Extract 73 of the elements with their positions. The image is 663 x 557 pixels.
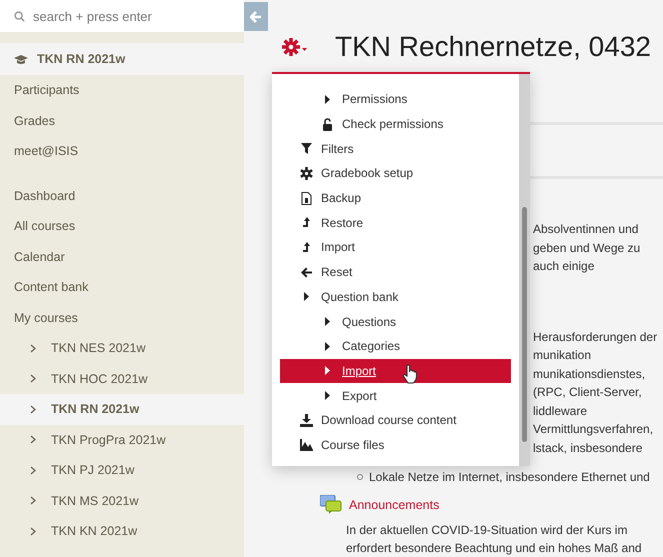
settings-menu-button[interactable]: [282, 38, 308, 56]
course-nav-item[interactable]: TKN KN 2021w: [0, 516, 244, 546]
collapse-sidebar-button[interactable]: [244, 2, 268, 31]
area-chart-icon: [300, 438, 313, 452]
text-line: auch einige: [533, 259, 594, 273]
padlock-icon: [321, 118, 334, 131]
search-icon: [14, 10, 25, 22]
filter-icon: [300, 142, 313, 156]
text-line: geben und Wege zu: [533, 240, 640, 254]
course-nav-item[interactable]: TKN MS 2021w: [0, 486, 244, 516]
bullet-icon: [357, 474, 363, 480]
menu-item[interactable]: Download course content: [280, 408, 511, 433]
menu-item[interactable]: Export: [280, 383, 511, 408]
menu-item[interactable]: Categories: [280, 334, 511, 359]
nav-item[interactable]: Participants: [0, 75, 244, 106]
search-field[interactable]: search + press enter: [0, 0, 244, 32]
list-item-text: Lokale Netze im Internet, insbesondere Ethernet und: [369, 470, 650, 484]
paragraph-line: erfordert besondere Beachtung und ein hohes Maß and: [346, 541, 642, 555]
text-line: munikationsdienstes,: [533, 366, 646, 380]
menu-item[interactable]: Import: [280, 235, 511, 260]
text-line: liddleware: [533, 404, 588, 418]
menu-item[interactable]: Gradebook setup: [280, 161, 511, 186]
nav-item[interactable]: Calendar: [0, 242, 244, 272]
menu-item[interactable]: Reset: [280, 260, 511, 284]
menu-item[interactable]: Permissions: [280, 87, 511, 112]
arrow-up-icon: [300, 240, 313, 254]
chevron-right-icon: [30, 496, 36, 506]
text-line: Vermittlungsverfahren,: [533, 422, 654, 436]
course-nav-item[interactable]: TKN NES 2021w: [0, 333, 244, 364]
menu-item[interactable]: Question bank: [280, 284, 511, 310]
graduation-cap-icon: [14, 54, 28, 64]
course-nav-item[interactable]: TKN ProgPra 2021w: [0, 424, 244, 455]
course-nav-item[interactable]: TKN RN 2021w: [0, 394, 244, 424]
menu-item[interactable]: Import: [280, 358, 511, 384]
text-line: Absolventinnen und: [533, 222, 638, 236]
nav-item[interactable]: All courses: [0, 211, 244, 242]
menu-item[interactable]: Check permissions: [280, 112, 511, 136]
announcements-link[interactable]: Announcements: [349, 498, 440, 512]
chevron-right-icon: [30, 466, 36, 475]
menu-item[interactable]: Filters: [280, 136, 511, 162]
course-nav-item[interactable]: TKN PJ 2021w: [0, 455, 244, 486]
arrow-left-icon: [300, 266, 313, 279]
paragraph-line: In der aktuellen COVID-19-Situation wird der Kurs im: [346, 523, 628, 537]
nav-item[interactable]: Dashboard: [0, 180, 244, 211]
arrow-up-icon: [300, 216, 313, 230]
menu-item[interactable]: Course files: [280, 432, 511, 458]
course-link[interactable]: TKN RN 2021w: [0, 43, 244, 75]
gear-icon: [300, 166, 313, 180]
download-icon: [300, 414, 313, 427]
search-input[interactable]: search + press enter: [31, 8, 235, 24]
nav-item[interactable]: Grades: [0, 106, 244, 136]
text-line: lstack, insbesondere: [533, 440, 642, 454]
text-line: Herausforderungen der: [533, 330, 658, 344]
menu-item[interactable]: Questions: [280, 309, 511, 334]
page-title: TKN Rechnernetze, 0432: [335, 31, 651, 63]
chevron-right-icon: [30, 526, 36, 536]
hand-cursor-icon: [402, 364, 420, 384]
nav-item[interactable]: My courses: [0, 302, 244, 333]
chat-bubbles-icon: [320, 495, 342, 515]
menu-item[interactable]: Backup: [280, 186, 511, 210]
arrow-left-icon: [250, 10, 262, 22]
text-line: (RPC, Client-Server,: [533, 385, 642, 399]
chevron-right-icon: [30, 344, 36, 353]
nav-item[interactable]: Content bank: [0, 272, 244, 302]
chevron-right-icon: [30, 435, 36, 444]
chevron-right-icon: [30, 374, 36, 384]
course-nav-item[interactable]: TKN HOC 2021w: [0, 364, 244, 394]
nav-item[interactable]: meet@ISIS: [0, 136, 244, 166]
chevron-right-icon: [30, 404, 36, 414]
menu-item[interactable]: Restore: [280, 210, 511, 236]
text-line: munikation: [533, 348, 592, 362]
document-icon: [300, 192, 313, 205]
scrollbar-thumb[interactable]: [522, 207, 527, 442]
